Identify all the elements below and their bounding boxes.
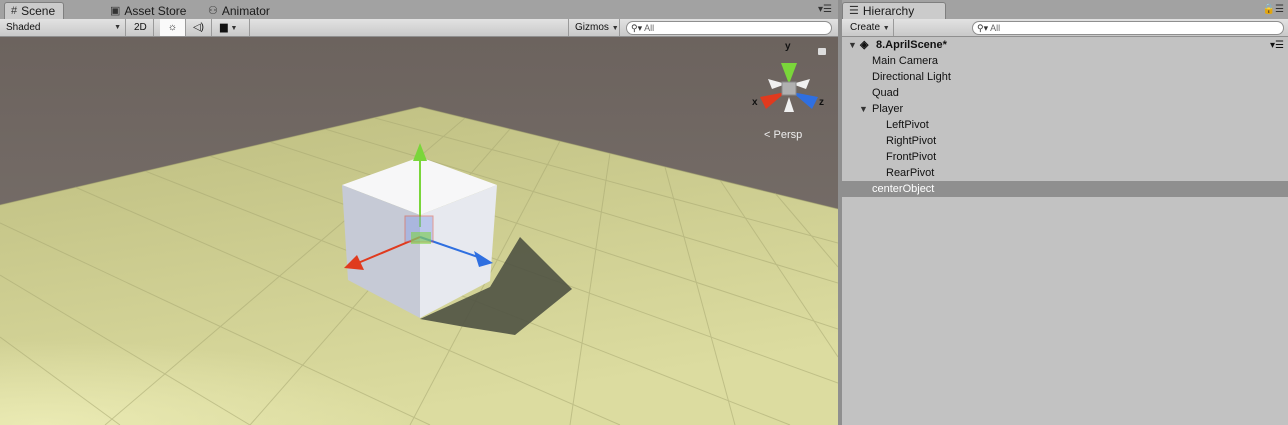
hierarchy-item-label: centerObject [872, 183, 935, 195]
gizmo-y-label[interactable]: y [785, 41, 791, 52]
draw-mode-label: Shaded [6, 22, 41, 33]
store-icon: ▣ [110, 4, 121, 17]
audio-toggle-button[interactable]: ◁) [186, 19, 212, 36]
hierarchy-item[interactable]: Main Camera [842, 53, 1288, 69]
hierarchy-item-label: Quad [872, 87, 899, 99]
search-icon: ⚲▾ [977, 23, 989, 33]
hierarchy-item[interactable]: Quad [842, 85, 1288, 101]
scene-search-input[interactable]: ⚲▾ All [626, 21, 832, 35]
hierarchy-menu-icon[interactable]: 🔒☰ [1263, 4, 1284, 15]
scene-search-placeholder: All [644, 23, 655, 33]
animator-icon: ⚇ [208, 4, 218, 17]
scene-name: 8.AprilScene* [876, 39, 947, 51]
gizmos-dropdown[interactable]: Gizmos ▼ [568, 19, 620, 36]
panel-menu-icon[interactable]: ▾☰ [818, 4, 832, 15]
scene-root-row[interactable]: ▼ ◈ 8.AprilScene* ▾☰ [842, 37, 1288, 54]
expand-triangle-icon[interactable]: ▼ [859, 101, 868, 117]
hierarchy-item-selected[interactable]: centerObject [842, 181, 1288, 197]
chevron-down-icon: ▼ [882, 25, 890, 32]
grid-icon: # [11, 5, 18, 17]
create-label: Create [850, 22, 881, 33]
tab-hierarchy-label: Hierarchy [862, 4, 915, 18]
hierarchy-item-label: Directional Light [872, 71, 951, 83]
projection-label: Persp [773, 129, 803, 141]
lighting-toggle-button[interactable]: ☼ [160, 19, 186, 36]
hierarchy-item[interactable]: FrontPivot [842, 149, 1288, 165]
hierarchy-search-placeholder: All [990, 23, 1001, 33]
unity-scene-icon: ◈ [860, 39, 869, 51]
gizmo-x-label[interactable]: x [752, 97, 758, 108]
tab-scene[interactable]: # Scene [4, 2, 65, 19]
hierarchy-item[interactable]: RightPivot [842, 133, 1288, 149]
toggle-2d-button[interactable]: 2D [130, 19, 154, 36]
gizmo-center-cube [781, 81, 797, 96]
gizmo-z-label[interactable]: z [819, 97, 824, 108]
chevron-down-icon: ▼ [230, 25, 238, 32]
scene-tabbar: # Scene ▣ Asset Store ⚇ Animator ▾☰ [0, 0, 838, 19]
hierarchy-item[interactable]: RearPivot [842, 165, 1288, 181]
expand-triangle-icon[interactable]: ▼ [848, 37, 857, 54]
tab-animator[interactable]: ⚇ Animator [202, 2, 278, 19]
hierarchy-tabbar: ☰ Hierarchy 🔒☰ [842, 0, 1288, 19]
chevron-down-icon: ▼ [114, 24, 121, 31]
hierarchy-item[interactable]: ▼ Player [842, 101, 1288, 117]
scene-render [0, 37, 838, 425]
draw-mode-dropdown[interactable]: Shaded ▼ [0, 19, 126, 36]
hierarchy-toolbar: Create ▼ ⚲▾ All [842, 19, 1288, 37]
hierarchy-item[interactable]: LeftPivot [842, 117, 1288, 133]
perspective-icon: < [764, 129, 771, 141]
lock-icon[interactable] [818, 48, 826, 55]
hierarchy-item-label: RightPivot [886, 135, 937, 147]
toggle-2d-label: 2D [134, 22, 147, 33]
effects-dropdown[interactable]: ▆ ▼ [214, 19, 250, 36]
chevron-down-icon: ▼ [611, 25, 619, 32]
hierarchy-item[interactable]: Directional Light [842, 69, 1288, 85]
list-icon: ☰ [849, 5, 859, 17]
hierarchy-item-label: Player [872, 103, 904, 115]
scene-menu-icon[interactable]: ▾☰ [1270, 37, 1284, 54]
tab-scene-label: Scene [21, 4, 56, 18]
create-dropdown[interactable]: Create ▼ [842, 19, 894, 36]
image-icon: ▆ [220, 22, 228, 33]
tab-animator-label: Animator [221, 3, 270, 18]
hierarchy-item-label: LeftPivot [886, 119, 929, 131]
tab-asset-store-label: Asset Store [124, 3, 187, 18]
scene-viewport[interactable]: y x z < Persp [0, 37, 838, 425]
projection-toggle[interactable]: < Persp [764, 129, 802, 141]
handle-center-plane [411, 232, 431, 244]
hierarchy-search-input[interactable]: ⚲▾ All [972, 21, 1284, 35]
gizmos-label: Gizmos [575, 22, 609, 33]
scene-toolbar: Shaded ▼ 2D ☼ ◁) ▆ ▼ Gizmos ▼ ⚲▾ All [0, 19, 838, 37]
hierarchy-panel: ☰ Hierarchy 🔒☰ Create ▼ ⚲▾ All ▼ ◈ 8.Apr… [842, 0, 1288, 425]
sun-icon: ☼ [167, 22, 178, 33]
tab-hierarchy[interactable]: ☰ Hierarchy [842, 2, 946, 19]
scene-panel: # Scene ▣ Asset Store ⚇ Animator ▾☰ Shad… [0, 0, 838, 425]
search-icon: ⚲▾ [631, 23, 643, 33]
hierarchy-item-label: FrontPivot [886, 151, 937, 163]
hierarchy-item-label: RearPivot [886, 167, 935, 179]
tab-asset-store[interactable]: ▣ Asset Store [104, 2, 194, 19]
speaker-icon: ◁) [192, 22, 205, 33]
hierarchy-item-label: Main Camera [872, 55, 939, 67]
